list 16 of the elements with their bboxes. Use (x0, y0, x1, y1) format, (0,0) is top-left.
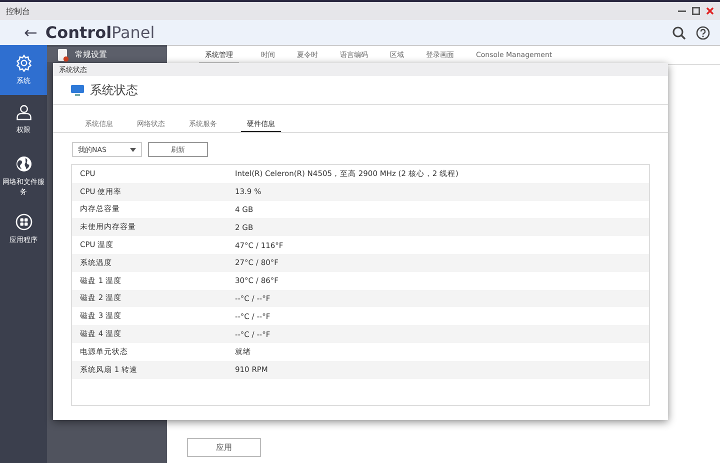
monitor-icon (71, 84, 84, 96)
user-icon (14, 103, 32, 121)
caret-icon (130, 148, 136, 152)
help-icon[interactable] (696, 26, 710, 40)
search-icon[interactable] (672, 26, 686, 40)
gear-icon (14, 54, 32, 72)
close-icon[interactable] (706, 7, 714, 15)
apps-icon (14, 213, 32, 231)
submenu-item[interactable]: 常规设置 (47, 47, 167, 62)
maximize-icon[interactable] (692, 7, 700, 15)
back-button[interactable]: ← (24, 23, 38, 42)
dialog-title: 系统状态 (90, 82, 138, 98)
apply-button[interactable]: 应用 (187, 438, 261, 457)
app-logo: ControlPanel (45, 23, 156, 42)
window-title: 控制台 (6, 6, 31, 16)
globe-icon (14, 155, 32, 173)
